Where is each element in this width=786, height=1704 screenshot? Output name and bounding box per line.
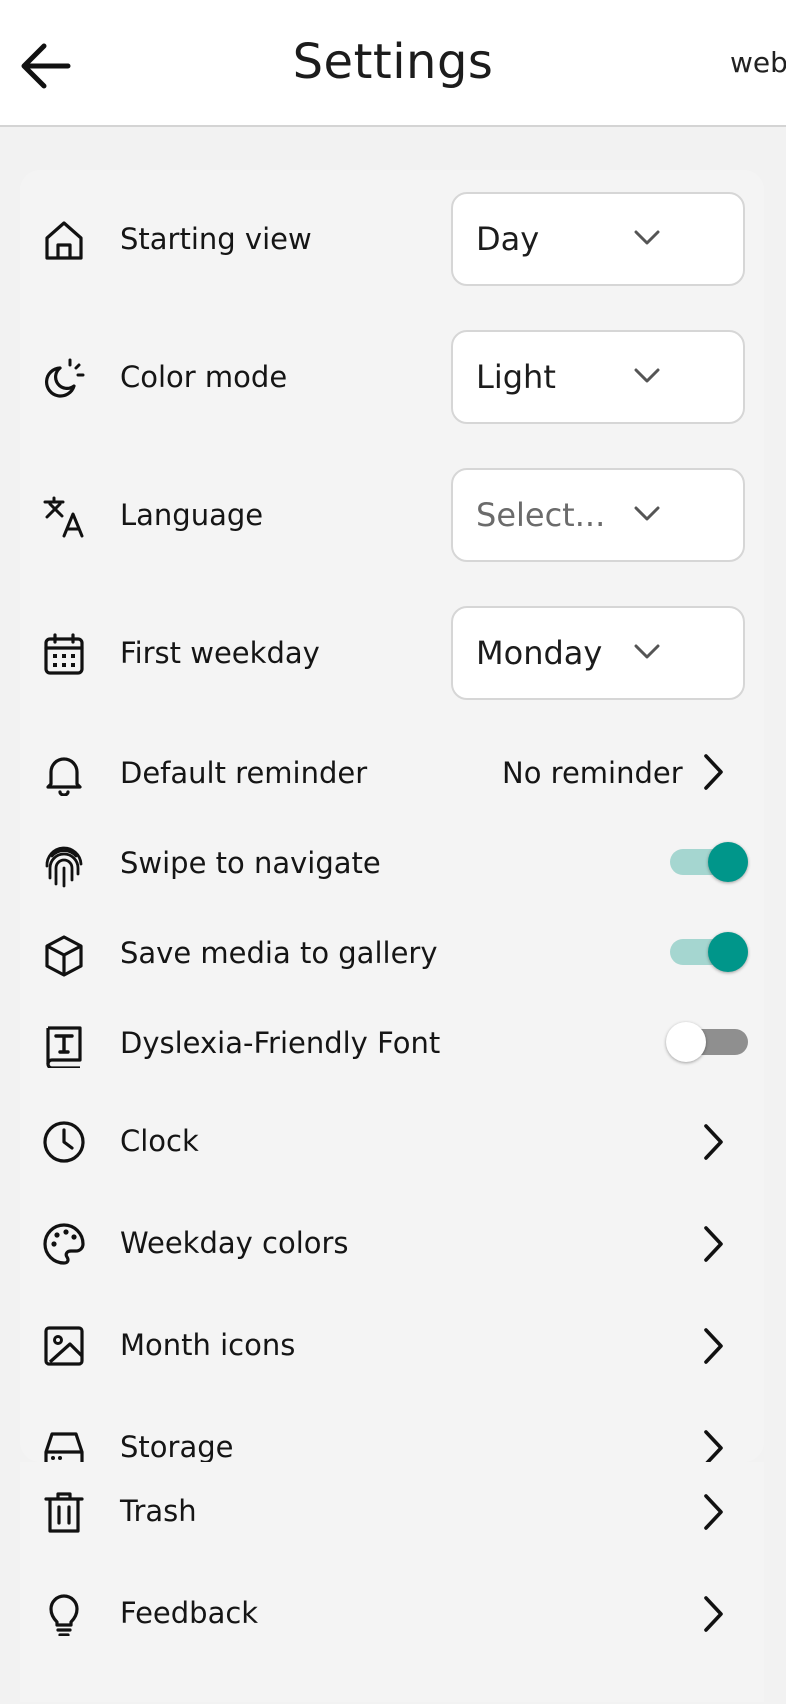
storage-label: Storage — [120, 1430, 234, 1462]
color-mode-label: Color mode — [120, 360, 288, 394]
bell-icon — [46, 757, 82, 796]
chevron-right-icon — [704, 754, 723, 790]
translate-icon — [43, 496, 84, 538]
chevron-down-icon — [634, 506, 660, 521]
setting-month-icons[interactable]: Month icons — [20, 1296, 764, 1398]
toggle-knob — [708, 932, 748, 972]
setting-clock[interactable]: Clock — [20, 1092, 764, 1194]
chevron-right-icon — [704, 1596, 723, 1632]
lightbulb-icon — [49, 1594, 79, 1636]
home-icon — [45, 221, 83, 260]
trash-label: Trash — [120, 1494, 197, 1528]
palette-icon — [43, 1223, 85, 1265]
settings-list-bottom: Trash Feedback — [20, 1462, 764, 1702]
calendar-icon — [44, 633, 84, 675]
moon-sun-icon — [44, 358, 85, 398]
top-app-bar: Settings web — [0, 0, 786, 127]
clock-label: Clock — [120, 1124, 199, 1158]
setting-dyslexia-font: Dyslexia-Friendly Font — [20, 1002, 764, 1092]
web-link[interactable]: web — [730, 46, 786, 79]
chevron-down-icon — [634, 368, 660, 383]
default-reminder-label: Default reminder — [120, 756, 368, 790]
color-mode-select[interactable]: Light — [451, 330, 745, 424]
language-placeholder: Select... — [476, 496, 606, 534]
setting-starting-view: Starting view Day — [20, 170, 764, 308]
setting-save-media: Save media to gallery — [20, 912, 764, 1002]
setting-trash[interactable]: Trash — [20, 1462, 764, 1564]
feedback-label: Feedback — [120, 1596, 259, 1630]
swipe-to-navigate-label: Swipe to navigate — [120, 846, 381, 880]
trash-icon — [44, 1492, 84, 1533]
chevron-right-icon — [704, 1430, 723, 1462]
starting-view-value: Day — [476, 220, 540, 258]
chevron-right-icon — [704, 1494, 723, 1530]
default-reminder-value: No reminder — [502, 756, 683, 790]
color-mode-value: Light — [476, 358, 556, 396]
first-weekday-select[interactable]: Monday — [451, 606, 745, 700]
setting-default-reminder[interactable]: Default reminder No reminder — [20, 722, 764, 822]
setting-swipe-to-navigate: Swipe to navigate — [20, 822, 764, 912]
chevron-down-icon — [634, 230, 660, 245]
first-weekday-label: First weekday — [120, 636, 320, 670]
language-select[interactable]: Select... — [451, 468, 745, 562]
page-title: Settings — [292, 34, 494, 90]
setting-language: Language Select... — [20, 446, 764, 584]
font-book-icon — [46, 1026, 82, 1068]
chevron-down-icon — [634, 644, 660, 659]
setting-color-mode: Color mode Light — [20, 308, 764, 446]
save-media-toggle[interactable] — [666, 932, 748, 972]
chevron-right-icon — [704, 1226, 723, 1262]
chevron-right-icon — [704, 1328, 723, 1364]
weekday-colors-label: Weekday colors — [120, 1226, 349, 1260]
image-icon — [44, 1326, 84, 1366]
swipe-to-navigate-toggle[interactable] — [666, 842, 748, 882]
fingerprint-icon — [45, 846, 83, 888]
setting-first-weekday: First weekday Monday — [20, 584, 764, 722]
save-media-label: Save media to gallery — [120, 936, 438, 970]
cube-icon — [45, 935, 83, 977]
settings-list: Starting view Day Color mode Light Langu… — [20, 170, 764, 1462]
clock-icon — [43, 1121, 85, 1163]
first-weekday-value: Monday — [476, 634, 603, 672]
toggle-knob — [708, 842, 748, 882]
storage-icon — [44, 1432, 84, 1462]
chevron-right-icon — [704, 1124, 723, 1160]
starting-view-select[interactable]: Day — [451, 192, 745, 286]
setting-feedback[interactable]: Feedback — [20, 1564, 764, 1666]
month-icons-label: Month icons — [120, 1328, 296, 1362]
toggle-knob — [666, 1022, 706, 1062]
dyslexia-font-toggle[interactable] — [666, 1022, 748, 1062]
dyslexia-font-label: Dyslexia-Friendly Font — [120, 1026, 441, 1060]
language-label: Language — [120, 498, 264, 532]
starting-view-label: Starting view — [120, 222, 312, 256]
setting-storage[interactable]: Storage — [20, 1398, 764, 1462]
setting-weekday-colors[interactable]: Weekday colors — [20, 1194, 764, 1296]
